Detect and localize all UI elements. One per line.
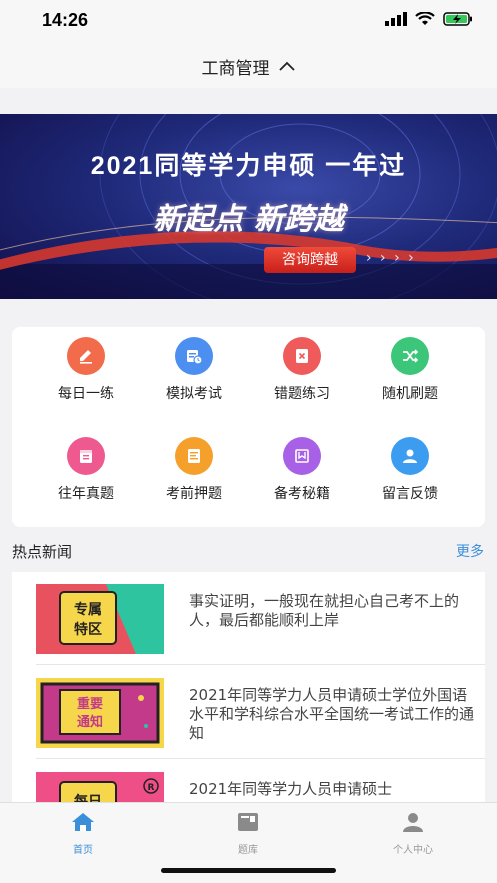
grid-item-label: 留言反馈 [382, 486, 438, 502]
pencil-icon [67, 337, 105, 375]
svg-text:专属: 专属 [74, 601, 102, 618]
grid-item-label: 模拟考试 [166, 386, 222, 402]
grid-item-label: 备考秘籍 [274, 486, 330, 502]
news-item[interactable]: 重要 通知 2021年同等学力人员申请硕士学位外国语水平和学科综合水平全国统一考… [12, 666, 485, 759]
grid-item-label: 随机刷题 [382, 386, 438, 402]
tab-question-bank[interactable]: 题库 [198, 811, 298, 856]
banner-arrows: › › › › [366, 250, 416, 266]
grid-item-random-practice[interactable]: 随机刷题 [360, 337, 460, 417]
wifi-icon [415, 12, 435, 25]
grid-item-wrong-questions[interactable]: 错题练习 [252, 337, 352, 417]
major-selector-title[interactable]: 工商管理 [202, 54, 270, 79]
grid-item-mock-exam[interactable]: 模拟考试 [144, 337, 244, 417]
tab-label: 首页 [73, 845, 93, 856]
svg-text:重要: 重要 [77, 696, 103, 712]
grid-item-predicted-questions[interactable]: 考前押题 [144, 437, 244, 517]
news-thumbnail-art: 每日 R [36, 772, 164, 802]
tab-label: 个人中心 [393, 845, 433, 856]
news-section-title: 热点新闻 [12, 543, 73, 561]
news-thumbnail: 重要 通知 [36, 678, 164, 748]
grid-item-label: 考前押题 [166, 486, 222, 502]
grid-item-past-papers[interactable]: 往年真题 [36, 437, 136, 517]
status-icons [385, 12, 473, 26]
news-list: 专属 特区 事实证明，一般现在就担心自己考不上的人，最后都能顺利上岸 重要 通知… [12, 572, 485, 802]
cellular-signal-icon [385, 12, 407, 26]
shuffle-icon [391, 337, 429, 375]
tab-profile[interactable]: 个人中心 [363, 811, 463, 856]
news-thumbnail: 专属 特区 [36, 584, 164, 654]
exam-clock-icon [175, 337, 213, 375]
news-headline: 2021年同等学力人员申请硕士 [189, 780, 393, 798]
consult-button[interactable]: 咨询跨越 [264, 247, 356, 273]
news-headline: 2021年同等学力人员申请硕士学位外国语水平和学科综合水平全国统一考试工作的通知 [189, 686, 475, 742]
status-time: 14:26 [42, 10, 89, 30]
news-item[interactable]: 专属 特区 事实证明，一般现在就担心自己考不上的人，最后都能顺利上岸 [12, 572, 485, 665]
news-item[interactable]: 每日 R 2021年同等学力人员申请硕士 [12, 760, 485, 802]
grid-item-label: 错题练习 [274, 386, 330, 402]
calendar-icon [67, 437, 105, 475]
feature-grid: 每日一练 模拟考试 错题练习 随机刷题 往年真题 考前押题 备考秘籍 留言反馈 [12, 327, 485, 527]
banner-slogan: 新起点 新跨越 [153, 202, 344, 237]
svg-text:每日: 每日 [74, 793, 102, 802]
grid-item-label: 往年真题 [58, 486, 114, 502]
grid-item-label: 每日一练 [58, 386, 114, 402]
battery-charging-icon [443, 12, 472, 26]
book-icon [283, 437, 321, 475]
svg-text:特区: 特区 [74, 621, 102, 638]
grid-item-daily-practice[interactable]: 每日一练 [36, 337, 136, 417]
promo-banner[interactable]: 2021同等学力申硕 一年过 新起点 新跨越 咨询跨越 › › › › [0, 114, 497, 299]
divider [36, 758, 485, 759]
news-thumbnail-art: 重要 通知 [36, 678, 164, 748]
tab-home[interactable]: 首页 [33, 811, 133, 856]
home-icon [72, 813, 94, 831]
news-thumbnail-art: 专属 特区 [36, 584, 164, 654]
banner-title: 2021同等学力申硕 一年过 [90, 152, 407, 180]
wrong-doc-icon [283, 337, 321, 375]
svg-text:通知: 通知 [77, 714, 103, 730]
tab-label: 题库 [238, 845, 258, 856]
divider [36, 664, 485, 665]
news-headline: 事实证明，一般现在就担心自己考不上的人，最后都能顺利上岸 [189, 592, 460, 629]
status-bar: 14:26 [0, 0, 497, 44]
user-feedback-icon [391, 437, 429, 475]
nav-bar: 工商管理 [0, 44, 497, 88]
news-thumbnail: 每日 R [36, 772, 164, 802]
grid-item-study-guide[interactable]: 备考秘籍 [252, 437, 352, 517]
person-icon [403, 813, 423, 832]
home-indicator [161, 868, 336, 873]
svg-text:R: R [148, 783, 155, 793]
news-more-link[interactable]: 更多 [456, 541, 484, 561]
notes-icon [175, 437, 213, 475]
question-bank-icon [238, 813, 258, 831]
chevron-up-icon[interactable] [278, 60, 296, 72]
grid-item-feedback[interactable]: 留言反馈 [360, 437, 460, 517]
